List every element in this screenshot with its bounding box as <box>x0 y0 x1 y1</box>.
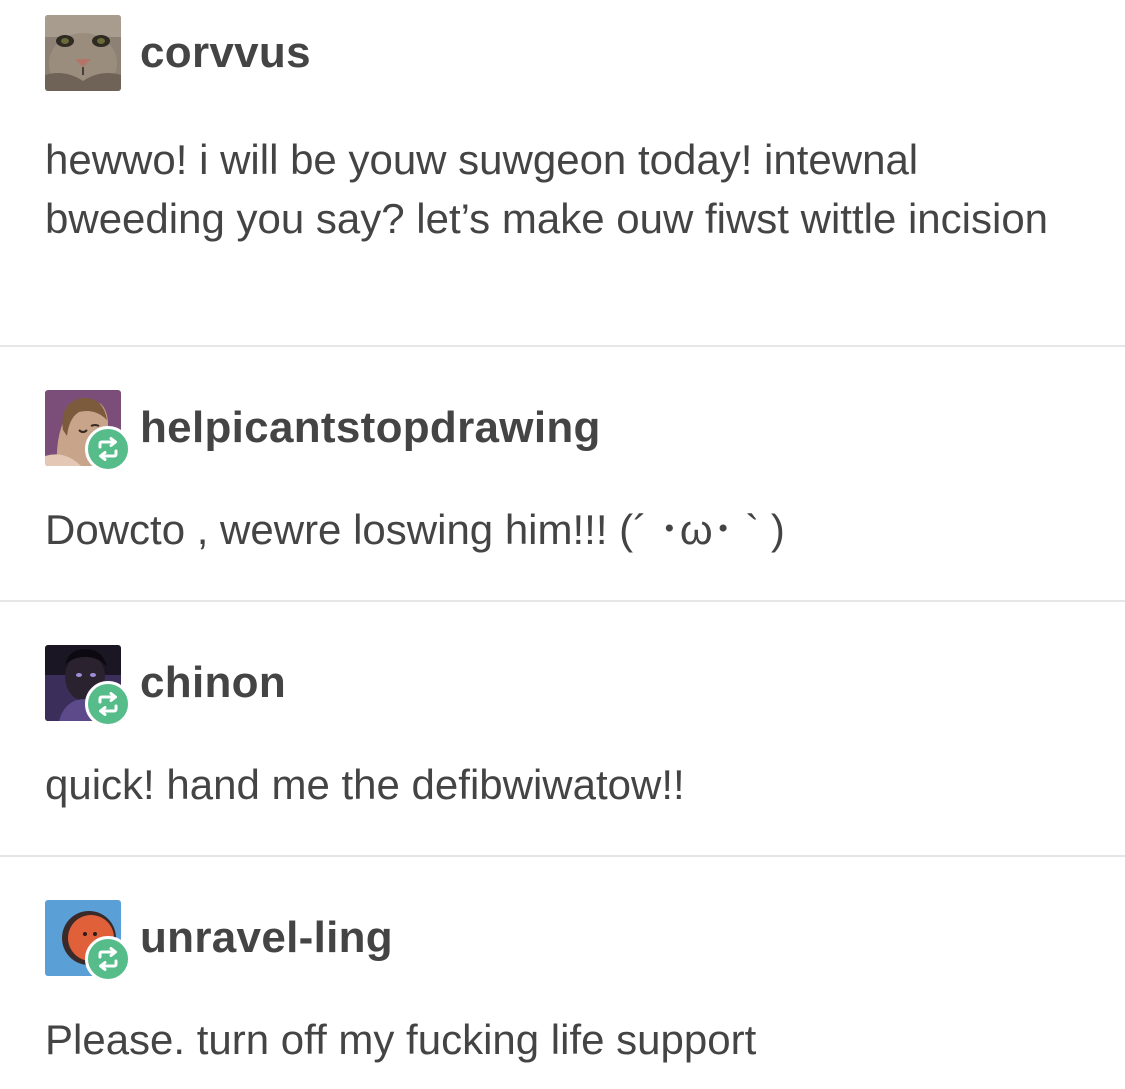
post-header: chinon <box>45 645 286 727</box>
post-header: corvvus <box>45 15 311 91</box>
post-username[interactable]: corvvus <box>140 28 311 78</box>
avatar[interactable] <box>45 645 131 727</box>
post-text: Please. turn off my fucking life support <box>45 1016 757 1063</box>
post-text: Dowcto , wewre loswing him!!! (´ ･ω･ ` ) <box>45 506 785 553</box>
post-username[interactable]: helpicantstopdrawing <box>140 403 601 453</box>
post-text: hewwo! i will be youw suwgeon today! int… <box>45 136 1049 242</box>
avatar[interactable] <box>45 900 131 982</box>
reblog-icon <box>85 936 131 982</box>
divider <box>0 855 1125 857</box>
avatar[interactable] <box>45 15 121 91</box>
reblog-icon <box>85 681 131 727</box>
post-username[interactable]: chinon <box>140 658 286 708</box>
reblog-icon <box>85 426 131 472</box>
post-header: unravel-ling <box>45 900 393 982</box>
divider <box>0 345 1125 347</box>
divider <box>0 600 1125 602</box>
post-header: helpicantstopdrawing <box>45 390 601 472</box>
cat-avatar-icon[interactable] <box>45 15 121 91</box>
post-username[interactable]: unravel-ling <box>140 913 393 963</box>
post-text: quick! hand me the defibwiwatow!! <box>45 761 685 808</box>
avatar[interactable] <box>45 390 131 472</box>
